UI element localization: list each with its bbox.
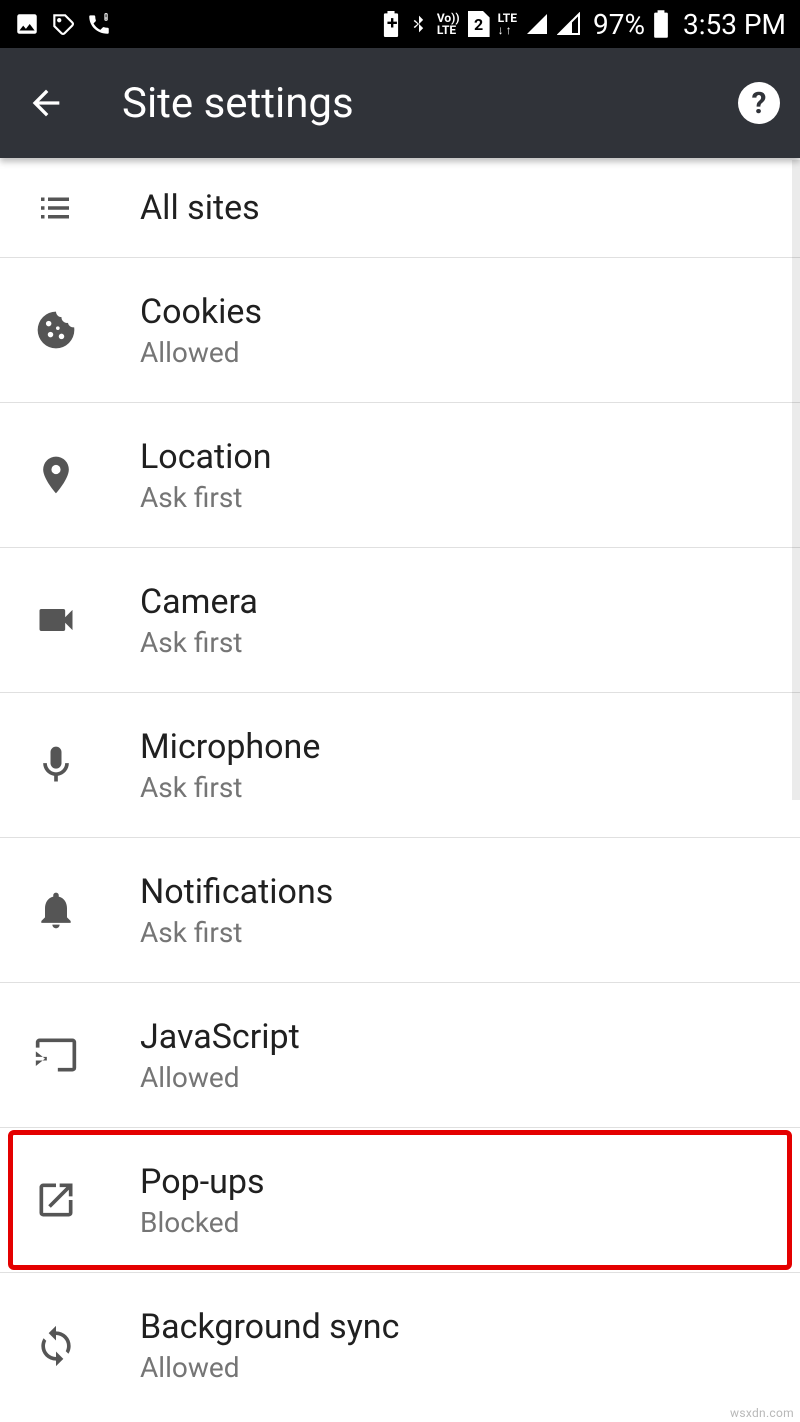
- sim-icon: 2: [468, 11, 490, 37]
- back-button[interactable]: [20, 77, 72, 129]
- item-popups[interactable]: Pop-ups Blocked: [0, 1128, 800, 1273]
- lte2-bottom: ↓↑: [498, 24, 517, 36]
- item-label: Camera: [140, 582, 258, 622]
- item-sub: Ask first: [140, 481, 272, 514]
- item-label: Microphone: [140, 727, 320, 767]
- item-label: Background sync: [140, 1307, 399, 1347]
- item-background-sync[interactable]: Background sync Allowed: [0, 1273, 800, 1418]
- item-label: All sites: [140, 188, 260, 228]
- settings-list: All sites Cookies Allowed Location Ask f…: [0, 158, 800, 1418]
- item-sub: Blocked: [140, 1206, 265, 1239]
- item-sub: Allowed: [140, 336, 262, 369]
- item-sub: Ask first: [140, 771, 320, 804]
- item-sub: Allowed: [140, 1061, 300, 1094]
- item-label: Location: [140, 437, 272, 477]
- item-label: Notifications: [140, 872, 333, 912]
- item-label: Pop-ups: [140, 1162, 265, 1202]
- list-icon: [34, 187, 76, 229]
- item-location[interactable]: Location Ask first: [0, 403, 800, 548]
- phone-alert-icon: [86, 11, 112, 37]
- watermark: wsxdn.com: [730, 1406, 794, 1420]
- popup-icon: [34, 1178, 78, 1222]
- item-cookies[interactable]: Cookies Allowed: [0, 258, 800, 403]
- volte-bottom: LTE: [437, 24, 460, 36]
- status-left: [14, 11, 112, 37]
- tag-icon: [50, 11, 76, 37]
- item-microphone[interactable]: Microphone Ask first: [0, 693, 800, 838]
- camera-icon: [34, 598, 78, 642]
- cookie-icon: [34, 308, 78, 352]
- scrollbar[interactable]: [792, 160, 800, 800]
- app-bar: Site settings ?: [0, 48, 800, 158]
- help-icon: ?: [752, 86, 767, 121]
- item-sub: Ask first: [140, 626, 258, 659]
- volte-indicator: Vo)) LTE: [437, 12, 460, 36]
- help-button[interactable]: ?: [738, 82, 780, 124]
- battery-icon: [653, 10, 669, 38]
- image-icon: [14, 11, 40, 37]
- signal-icon: [525, 12, 549, 36]
- item-javascript[interactable]: JavaScript Allowed: [0, 983, 800, 1128]
- location-icon: [34, 453, 78, 497]
- battery-percent: 97%: [593, 8, 645, 41]
- battery-saver-icon: [381, 11, 401, 37]
- clock: 3:53 PM: [683, 8, 786, 41]
- signal-secondary-icon: [557, 12, 581, 36]
- item-sub: Allowed: [140, 1351, 399, 1384]
- sync-icon: [34, 1324, 78, 1368]
- item-label: Cookies: [140, 292, 262, 332]
- item-label: JavaScript: [140, 1017, 300, 1057]
- input-icon: [34, 1033, 78, 1077]
- item-notifications[interactable]: Notifications Ask first: [0, 838, 800, 983]
- microphone-icon: [34, 743, 78, 787]
- item-all-sites[interactable]: All sites: [0, 158, 800, 258]
- item-camera[interactable]: Camera Ask first: [0, 548, 800, 693]
- status-bar: Vo)) LTE 2 LTE ↓↑ 97% 3:53 PM: [0, 0, 800, 48]
- bell-icon: [34, 888, 78, 932]
- bluetooth-icon: [409, 11, 429, 37]
- lte-indicator: LTE ↓↑: [498, 12, 517, 36]
- item-sub: Ask first: [140, 916, 333, 949]
- arrow-left-icon: [26, 83, 66, 123]
- page-title: Site settings: [122, 79, 738, 128]
- status-right: Vo)) LTE 2 LTE ↓↑ 97% 3:53 PM: [381, 8, 786, 41]
